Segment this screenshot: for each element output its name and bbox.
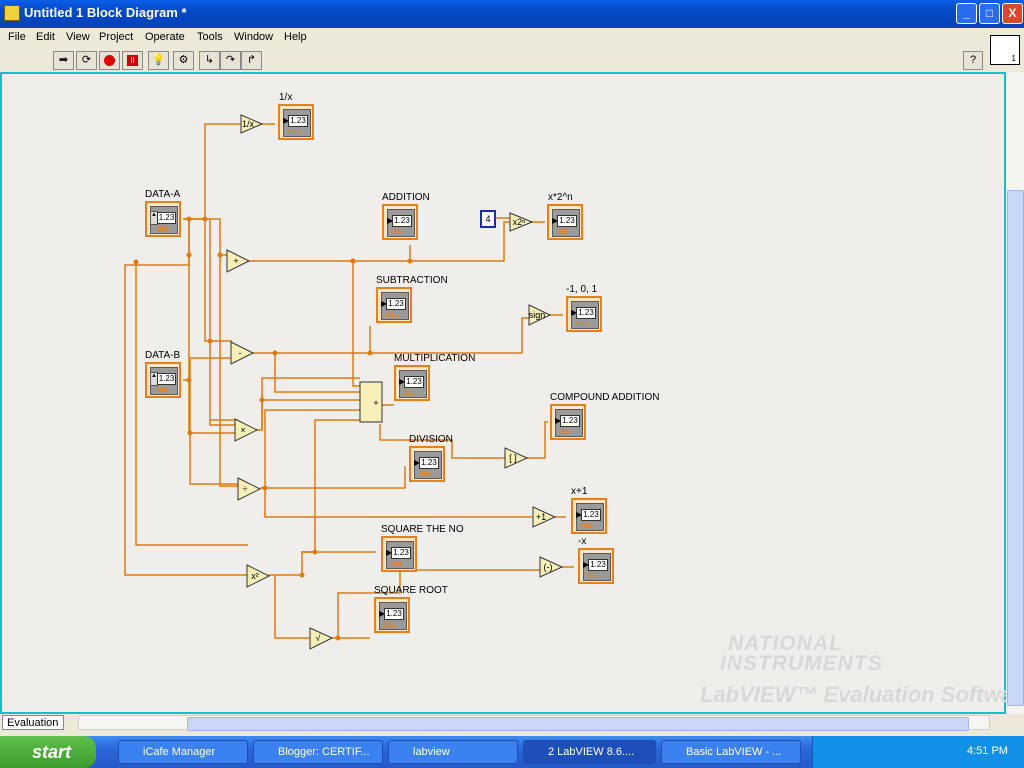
clock: 4:51 PM (967, 745, 1008, 757)
square-label: SQUARE THE NO (381, 524, 464, 535)
data-a-label: DATA-A (145, 189, 181, 200)
negate-fn: (-) (544, 562, 553, 572)
vertical-scrollbar[interactable] (1006, 72, 1024, 716)
taskbar: start iCafe Manager Blogger: CERTIF... l… (0, 736, 1024, 768)
horizontal-scroll-thumb[interactable] (187, 717, 969, 731)
increment-indicator[interactable]: ▶ 1.23 DBL (571, 498, 607, 534)
round-fn: [ ] (509, 453, 517, 463)
task-labview-folder[interactable]: labview (388, 740, 518, 764)
data-a-control[interactable]: ▲▼ 1.23 DBL (145, 201, 181, 237)
subtract-fn: - (239, 348, 242, 358)
start-label: start (32, 742, 72, 762)
sign-label: -1, 0, 1 (566, 284, 598, 295)
increment-label: x+1 (571, 486, 588, 497)
data-a-value: 1.23 (157, 212, 176, 224)
data-b-label: DATA-B (145, 350, 181, 361)
subtraction-indicator[interactable]: ▶ 1.23 DBL (376, 287, 412, 323)
sign-fn: sign (529, 310, 546, 320)
compound-addition-indicator[interactable]: ▶ 1.23 DBL (550, 404, 586, 440)
square-fn: x² (251, 571, 259, 581)
task-basic-labview[interactable]: Basic LabVIEW - ... (661, 740, 801, 764)
horizontal-scrollbar: Evaluation (0, 714, 1024, 732)
division-label: DIVISION (409, 434, 453, 445)
negate-label: -x (578, 536, 587, 547)
vertical-scroll-thumb[interactable] (1007, 190, 1024, 706)
multiply-fn: × (240, 425, 245, 435)
start-button[interactable]: start (0, 736, 96, 768)
increment-fn: +1 (536, 512, 546, 522)
square-root-label: SQUARE ROOT (374, 585, 448, 596)
multiplication-indicator[interactable]: ▶ 1.23 DBL (394, 365, 430, 401)
numeric-constant[interactable]: 4 (480, 210, 496, 228)
system-tray: 4:51 PM (812, 736, 1024, 768)
compound-addition-label: COMPOUND ADDITION (550, 392, 660, 403)
sqrt-fn: √ (316, 633, 321, 643)
multiplication-label: MULTIPLICATION (394, 353, 476, 364)
add-fn: + (233, 256, 238, 266)
task-icafe[interactable]: iCafe Manager (118, 740, 248, 764)
division-indicator[interactable]: ▶ 1.23 DBL (409, 446, 445, 482)
negate-indicator[interactable]: ▶ 1.23 DBL (578, 548, 614, 584)
addition-indicator[interactable]: ▶ 1.23 DBL (382, 204, 418, 240)
square-root-indicator[interactable]: ▶ 1.23 DBL (374, 597, 410, 633)
addition-label: ADDITION (382, 192, 430, 203)
task-blogger[interactable]: Blogger: CERTIF... (253, 740, 383, 764)
reciprocal-indicator[interactable]: ▶ 1.23 DBL (278, 104, 314, 140)
data-b-value: 1.23 (157, 373, 176, 385)
scale-power-label: x*2^n (548, 192, 573, 203)
svg-text:+: + (373, 398, 378, 408)
subtraction-label: SUBTRACTION (376, 275, 448, 286)
vi-icon-number: 1 (1011, 54, 1016, 63)
sign-indicator[interactable]: ▶ 1.23 DBL (566, 296, 602, 332)
horizontal-scroll-track[interactable] (78, 715, 990, 731)
scale-by-power-fn: x2ⁿ (513, 217, 526, 227)
square-indicator[interactable]: ▶ 1.23 DBL (381, 536, 417, 572)
data-b-control[interactable]: ▲▼ 1.23 DBL (145, 362, 181, 398)
reciprocal-fn: 1/x (242, 119, 255, 129)
evaluation-tab[interactable]: Evaluation (2, 715, 64, 730)
scale-power-indicator[interactable]: ▶ 1.23 DBL (547, 204, 583, 240)
divide-fn: ÷ (243, 484, 248, 494)
reciprocal-label: 1/x (279, 92, 293, 103)
task-labview-app[interactable]: 2 LabVIEW 8.6.... (523, 740, 656, 764)
